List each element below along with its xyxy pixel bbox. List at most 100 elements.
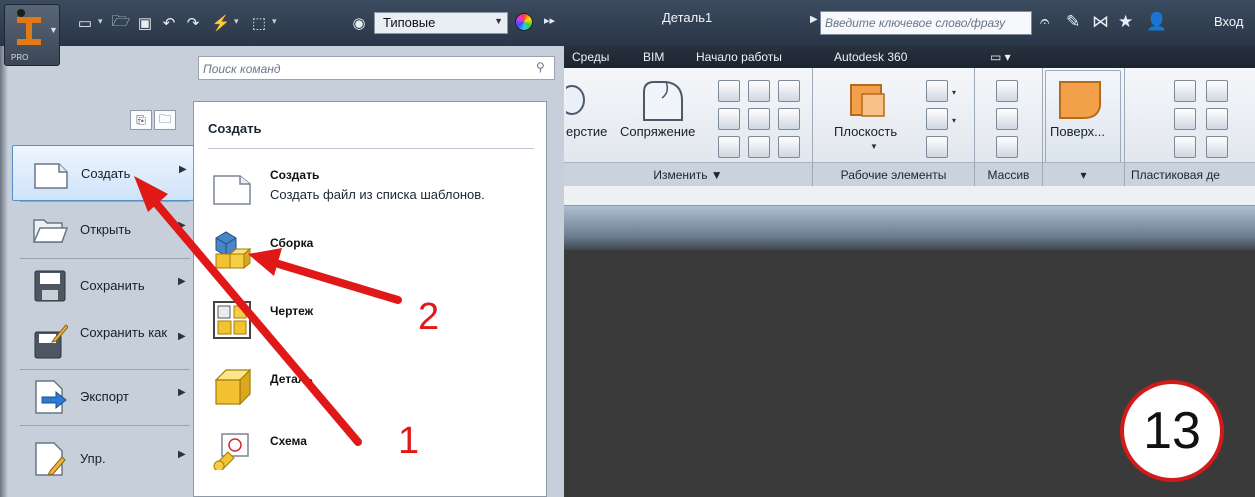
snap-fit-icon[interactable] bbox=[1206, 108, 1228, 130]
grill-icon[interactable] bbox=[1174, 80, 1196, 102]
search-icon[interactable]: ⚲ bbox=[536, 60, 545, 74]
color-wheel-icon[interactable] bbox=[515, 13, 533, 31]
update-dropdown-icon[interactable]: ▾ bbox=[234, 16, 239, 27]
chamfer-icon[interactable] bbox=[718, 136, 740, 158]
menu-item-save-as-label: Сохранить как bbox=[80, 325, 168, 340]
surface-icon[interactable] bbox=[1058, 80, 1104, 120]
open-documents-icon[interactable]: 🗀 bbox=[154, 110, 176, 130]
fillet-icon[interactable] bbox=[640, 78, 686, 124]
expand-search-icon[interactable]: ▶ bbox=[810, 14, 818, 25]
submenu-divider bbox=[208, 148, 534, 149]
surface-panel-expand[interactable]: ▾ bbox=[1043, 162, 1124, 186]
command-search-input[interactable]: Поиск команд bbox=[198, 56, 555, 80]
copy-object-icon[interactable] bbox=[778, 108, 800, 130]
ucs-icon[interactable] bbox=[926, 136, 948, 158]
modify-panel-title[interactable]: Изменить ▼ bbox=[564, 162, 812, 186]
submenu-item-assembly[interactable]: Сборка bbox=[194, 226, 546, 282]
export-icon bbox=[35, 380, 67, 414]
drawing-icon bbox=[213, 301, 251, 339]
submenu-item-presentation[interactable]: Схема bbox=[194, 424, 546, 480]
work-features-panel-title: Рабочие элементы bbox=[813, 162, 974, 186]
favorites-star-icon[interactable]: ★ bbox=[1118, 12, 1133, 32]
tab-getting-started[interactable]: Начало работы bbox=[696, 50, 782, 64]
point-dropdown-icon[interactable]: ▾ bbox=[952, 116, 956, 125]
menu-item-manage[interactable]: Упр. ▶ bbox=[12, 431, 194, 487]
menu-item-new[interactable]: Создать ▶ bbox=[12, 145, 194, 201]
draft-icon[interactable] bbox=[748, 108, 770, 130]
new-submenu: Создать Создать Создать файл из списка ш… bbox=[193, 101, 547, 497]
recent-documents-icon[interactable]: ⎘ bbox=[130, 110, 152, 130]
axis-dropdown-icon[interactable]: ▾ bbox=[952, 88, 956, 97]
title-bar: ▭ ▾ 🗁 ▣ ↶ ↷ ⚡ ▾ ⬚ ▾ ◉ Типовые ▼ ▸▸ Детал… bbox=[0, 0, 1255, 46]
submenu-item-part[interactable]: Деталь bbox=[194, 358, 546, 414]
plane-label[interactable]: Плоскость bbox=[834, 124, 897, 139]
thread-icon[interactable] bbox=[718, 108, 740, 130]
menu-item-export[interactable]: Экспорт ▶ bbox=[12, 369, 194, 425]
new-dropdown-icon[interactable]: ▾ bbox=[98, 16, 103, 27]
undo-icon[interactable]: ↶ bbox=[158, 12, 180, 34]
document-title: Деталь1 bbox=[662, 10, 713, 25]
menu-item-open[interactable]: Открыть ▶ bbox=[12, 202, 194, 258]
plane-icon[interactable] bbox=[848, 80, 888, 120]
app-edition-label: PRO bbox=[11, 53, 29, 62]
tab-bim[interactable]: BIM bbox=[643, 50, 664, 64]
plane-dropdown-icon[interactable]: ▼ bbox=[870, 142, 878, 151]
hole-label[interactable]: ерстие bbox=[566, 124, 607, 139]
plastic-part-panel-title: Пластиковая де bbox=[1125, 162, 1255, 186]
communication-icon[interactable]: ⋈ bbox=[1092, 12, 1109, 32]
more-commands-icon[interactable]: ▸▸ bbox=[544, 14, 555, 27]
help-tools-icon[interactable]: ✎ bbox=[1066, 12, 1080, 32]
select-dropdown-icon[interactable]: ▾ bbox=[272, 16, 277, 27]
menu-item-save[interactable]: Сохранить ▶ bbox=[12, 258, 194, 314]
boss-icon[interactable] bbox=[1206, 80, 1228, 102]
tab-autodesk-360[interactable]: Autodesk 360 bbox=[834, 50, 907, 64]
visual-style-select[interactable]: Типовые ▼ bbox=[374, 12, 508, 34]
redo-icon[interactable]: ↷ bbox=[182, 12, 204, 34]
menu-divider bbox=[20, 425, 190, 426]
submenu-item-assembly-title: Сборка bbox=[270, 236, 314, 250]
axis-icon[interactable] bbox=[926, 80, 948, 102]
chevron-right-icon: ▶ bbox=[178, 276, 186, 287]
new-icon[interactable]: ▭ bbox=[74, 12, 96, 34]
move-face-icon[interactable] bbox=[778, 80, 800, 102]
hole-icon[interactable] bbox=[566, 80, 596, 120]
submenu-item-drawing-title: Чертеж bbox=[270, 304, 314, 318]
surface-label[interactable]: Поверх... bbox=[1050, 124, 1105, 139]
tab-more[interactable]: ▭ ▾ bbox=[990, 50, 1011, 64]
new-file-icon bbox=[34, 163, 68, 189]
split-icon[interactable] bbox=[778, 136, 800, 158]
rib-icon[interactable] bbox=[748, 80, 770, 102]
combine-icon[interactable] bbox=[748, 136, 770, 158]
submenu-item-drawing[interactable]: Чертеж bbox=[194, 292, 546, 348]
tab-environments[interactable]: Среды bbox=[572, 50, 609, 64]
lip-icon[interactable] bbox=[1206, 136, 1228, 158]
fillet-label[interactable]: Сопряжение bbox=[620, 124, 695, 139]
rest-icon[interactable] bbox=[1174, 108, 1196, 130]
submenu-item-new-description: Создать файл из списка шаблонов. bbox=[270, 187, 485, 202]
material-icon[interactable]: ◉ bbox=[348, 12, 370, 34]
shell-icon[interactable] bbox=[718, 80, 740, 102]
rule-fillet-icon[interactable] bbox=[1174, 136, 1196, 158]
save-icon[interactable]: ▣ bbox=[134, 12, 156, 34]
login-link[interactable]: Вход bbox=[1214, 14, 1243, 29]
menu-item-save-label: Сохранить bbox=[80, 278, 145, 293]
select-icon[interactable]: ⬚ bbox=[248, 12, 270, 34]
visual-style-value: Типовые bbox=[383, 15, 436, 30]
part-icon bbox=[214, 368, 252, 406]
menu-item-save-as[interactable]: Сохранить как ▶ bbox=[12, 313, 194, 369]
binoculars-icon[interactable]: 𝄐 bbox=[1040, 12, 1049, 32]
application-menu-button[interactable]: ▼ PRO bbox=[4, 4, 60, 66]
update-icon[interactable]: ⚡ bbox=[210, 12, 232, 34]
open-icon[interactable]: 🗁 bbox=[110, 12, 132, 34]
chevron-right-icon: ▶ bbox=[178, 449, 186, 460]
chevron-down-icon: ▼ bbox=[494, 16, 503, 26]
circular-pattern-icon[interactable] bbox=[996, 108, 1018, 130]
point-icon[interactable] bbox=[926, 108, 948, 130]
chevron-right-icon: ▶ bbox=[179, 164, 187, 175]
user-icon[interactable]: 👤 bbox=[1146, 12, 1167, 32]
keyword-search-input[interactable]: Введите ключевое слово/фразу bbox=[820, 11, 1032, 35]
submenu-item-new[interactable]: Создать Создать файл из списка шаблонов. bbox=[194, 160, 546, 220]
menu-item-manage-label: Упр. bbox=[80, 451, 106, 466]
rectangular-pattern-icon[interactable] bbox=[996, 80, 1018, 102]
mirror-icon[interactable] bbox=[996, 136, 1018, 158]
